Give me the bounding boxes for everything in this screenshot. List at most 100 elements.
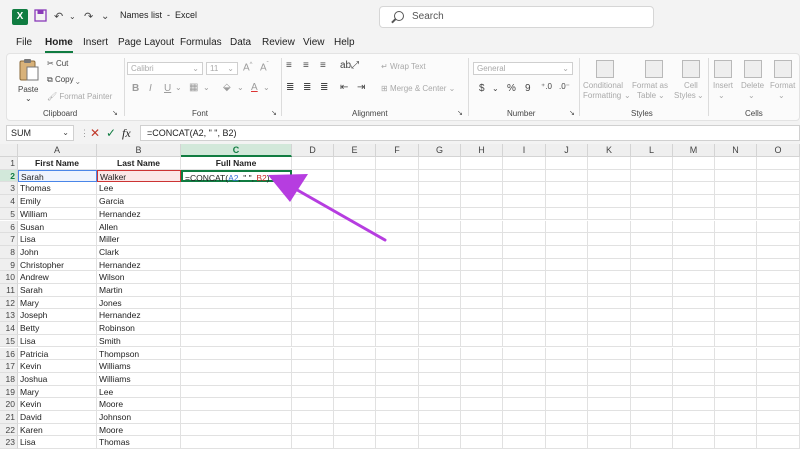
cell-b20[interactable]: Moore — [97, 398, 181, 411]
cell-m9[interactable] — [673, 258, 715, 272]
cell-o16[interactable] — [757, 347, 800, 361]
cell-g18[interactable] — [419, 372, 461, 386]
cell-e1[interactable] — [334, 157, 376, 170]
cell-m1[interactable] — [673, 157, 715, 170]
cell-b6[interactable]: Allen — [97, 220, 181, 234]
search-box[interactable]: Search — [379, 6, 654, 28]
cell-g14[interactable] — [419, 322, 461, 335]
worksheet-grid[interactable]: A B C D E F G H I J K L M N O 1 First Name Last Name Full … — [0, 144, 800, 451]
cell-i23[interactable] — [503, 436, 546, 450]
cell-i20[interactable] — [503, 398, 546, 411]
cell-o8[interactable] — [757, 245, 800, 259]
format-cells-label[interactable]: Format — [770, 81, 795, 90]
cell-n12[interactable] — [715, 296, 757, 310]
cell-d1[interactable] — [292, 157, 334, 170]
cell-h12[interactable] — [461, 296, 503, 310]
cell-c22[interactable] — [181, 423, 292, 437]
cell-n14[interactable] — [715, 322, 757, 335]
cell-f1[interactable] — [376, 157, 419, 170]
copy-dropdown-icon[interactable]: ⌄ — [76, 75, 80, 84]
cell-b16[interactable]: Thompson — [97, 347, 181, 361]
cell-n2[interactable] — [715, 169, 757, 183]
cell-f16[interactable] — [376, 347, 419, 361]
cell-b8[interactable]: Clark — [97, 245, 181, 259]
cell-f12[interactable] — [376, 296, 419, 310]
cell-b19[interactable]: Lee — [97, 385, 181, 399]
cell-e22[interactable] — [334, 423, 376, 437]
cell-h6[interactable] — [461, 220, 503, 234]
cell-g16[interactable] — [419, 347, 461, 361]
undo-icon[interactable]: ↶ — [54, 9, 63, 25]
borders-icon[interactable]: ▦ — [189, 82, 198, 93]
merge-center-button[interactable]: ⊞ Merge & Center ⌄ — [381, 84, 455, 93]
row-header-1[interactable]: 1 — [0, 157, 18, 170]
cell-l11[interactable] — [631, 284, 673, 297]
cell-k2[interactable] — [588, 169, 631, 183]
select-all-button[interactable] — [0, 144, 18, 157]
cell-o21[interactable] — [757, 411, 800, 424]
cell-o13[interactable] — [757, 309, 800, 323]
cell-c12[interactable] — [181, 296, 292, 310]
cell-m11[interactable] — [673, 284, 715, 297]
cell-l16[interactable] — [631, 347, 673, 361]
cell-c13[interactable] — [181, 309, 292, 323]
row-header-10[interactable]: 10 — [0, 271, 18, 284]
cell-j17[interactable] — [546, 360, 588, 373]
cell-k19[interactable] — [588, 385, 631, 399]
cell-n18[interactable] — [715, 372, 757, 386]
cell-f9[interactable] — [376, 258, 419, 272]
cell-h23[interactable] — [461, 436, 503, 450]
cell-d9[interactable] — [292, 258, 334, 272]
cell-styles-label-1[interactable]: Cell — [684, 81, 698, 90]
cell-styles-icon[interactable] — [682, 60, 700, 78]
cell-d6[interactable] — [292, 220, 334, 234]
cell-d14[interactable] — [292, 322, 334, 335]
cell-b21[interactable]: Johnson — [97, 411, 181, 424]
cell-i21[interactable] — [503, 411, 546, 424]
cell-a6[interactable]: Susan — [18, 220, 97, 234]
cell-d18[interactable] — [292, 372, 334, 386]
cell-h16[interactable] — [461, 347, 503, 361]
cell-a10[interactable]: Andrew — [18, 271, 97, 284]
cell-b13[interactable]: Hernandez — [97, 309, 181, 323]
column-header-n[interactable]: N — [715, 144, 757, 157]
row-header-21[interactable]: 21 — [0, 411, 18, 424]
cell-e8[interactable] — [334, 245, 376, 259]
cell-g6[interactable] — [419, 220, 461, 234]
cell-h8[interactable] — [461, 245, 503, 259]
cell-n3[interactable] — [715, 182, 757, 196]
orientation-icon[interactable]: ab⤢ — [340, 60, 359, 71]
cell-b9[interactable]: Hernandez — [97, 258, 181, 272]
fill-color-dropdown-icon[interactable]: ⌄ — [237, 83, 244, 92]
alignment-launcher-icon[interactable]: ↘ — [457, 109, 463, 117]
row-header-20[interactable]: 20 — [0, 398, 18, 411]
cell-a4[interactable]: Emily — [18, 195, 97, 208]
cell-e14[interactable] — [334, 322, 376, 335]
cell-b2[interactable]: Walker — [97, 169, 181, 183]
cell-a5[interactable]: William — [18, 207, 97, 221]
cell-c1[interactable]: Full Name — [181, 157, 292, 170]
decrease-decimal-icon[interactable]: .0⁻ — [559, 82, 570, 91]
cell-d15[interactable] — [292, 334, 334, 348]
cell-e7[interactable] — [334, 233, 376, 246]
cell-g10[interactable] — [419, 271, 461, 284]
cell-o14[interactable] — [757, 322, 800, 335]
cell-j21[interactable] — [546, 411, 588, 424]
enter-formula-button[interactable]: ✓ — [106, 126, 116, 140]
cell-m4[interactable] — [673, 195, 715, 208]
underline-dropdown-icon[interactable]: ⌄ — [175, 83, 182, 92]
column-header-i[interactable]: I — [503, 144, 546, 157]
font-launcher-icon[interactable]: ↘ — [271, 109, 277, 117]
cell-n7[interactable] — [715, 233, 757, 246]
tab-data[interactable]: Data — [230, 36, 251, 50]
cell-c16[interactable] — [181, 347, 292, 361]
cell-k20[interactable] — [588, 398, 631, 411]
cell-c3[interactable] — [181, 182, 292, 196]
cell-e17[interactable] — [334, 360, 376, 373]
cell-k23[interactable] — [588, 436, 631, 450]
cell-k3[interactable] — [588, 182, 631, 196]
format-as-table-label-1[interactable]: Format as — [632, 81, 668, 90]
cell-j18[interactable] — [546, 372, 588, 386]
cell-b15[interactable]: Smith — [97, 334, 181, 348]
cell-a8[interactable]: John — [18, 245, 97, 259]
